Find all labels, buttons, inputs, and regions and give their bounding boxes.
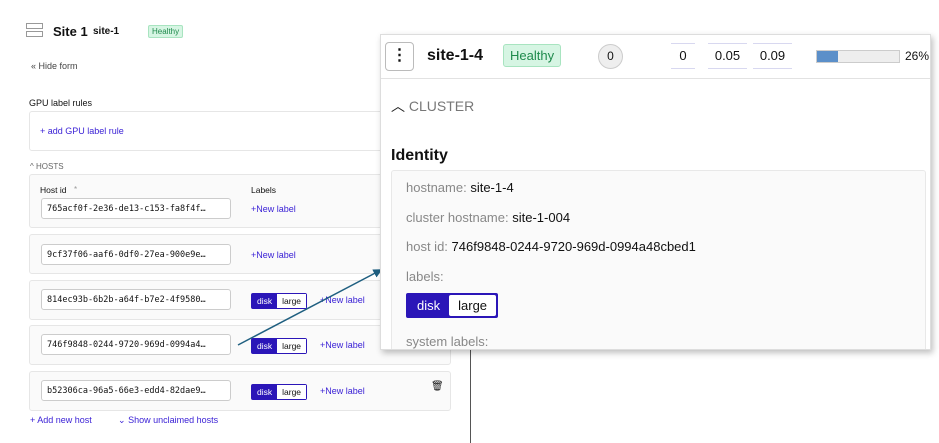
cluster-section-label: CLUSTER xyxy=(408,98,475,114)
label-chip[interactable]: disk large xyxy=(406,293,499,318)
status-badge: Healthy xyxy=(503,44,562,67)
system-labels-label: system labels: xyxy=(406,334,489,349)
kebab-icon: ⋮ xyxy=(391,47,408,64)
identity-heading: Identity xyxy=(391,147,448,164)
host-name: site-1-4 xyxy=(427,47,484,64)
identity-card: hostname: site-1-4 cluster hostname: sit… xyxy=(391,170,926,349)
progress-bar xyxy=(816,50,900,63)
metric-value: 0.05 xyxy=(708,43,747,69)
labels-label: labels: xyxy=(406,269,444,284)
host-detail-popup: ⋮ site-1-4 Healthy 0 0 0.05 0.09 26% ︿ C… xyxy=(380,34,931,350)
more-menu-button[interactable]: ⋮ xyxy=(385,42,414,71)
cluster-section-toggle[interactable]: ︿ CLUSTER xyxy=(391,96,474,116)
count-badge: 0 xyxy=(598,44,623,69)
cluster-hostname-row: cluster hostname: site-1-004 xyxy=(406,210,571,225)
progress-fill xyxy=(817,51,839,62)
divider xyxy=(381,78,930,79)
label-key: disk xyxy=(417,298,441,313)
progress-label: 26% xyxy=(905,49,930,63)
label-value: large xyxy=(449,295,497,316)
host-id-row: host id: 746f9848-0244-9720-969d-0994a48… xyxy=(406,239,696,254)
chevron-up-icon: ︿ xyxy=(391,98,405,114)
metric-value: 0.09 xyxy=(753,43,792,69)
metric-value: 0 xyxy=(671,43,695,69)
hostname-row: hostname: site-1-4 xyxy=(406,180,514,195)
